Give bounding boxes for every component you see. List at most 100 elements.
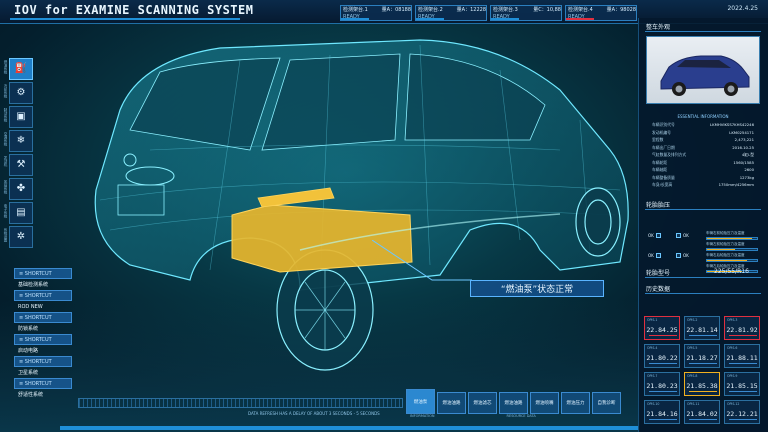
station-box-1[interactable]: 检测架台.1 量A：08188 READY xyxy=(340,5,412,21)
history-cell[interactable]: OPIS.9 21.85.15 xyxy=(724,372,760,396)
info-key: 车辆整备质量 xyxy=(652,174,675,180)
history-cell[interactable]: OPIS.4 21.80.22 xyxy=(644,344,680,368)
tire-status: OK xyxy=(676,233,689,238)
snowflake-icon: ❄ xyxy=(16,135,26,146)
sidebar-item-settings[interactable]: ✲ xyxy=(9,226,33,248)
history-cell-value: 21.85.38 xyxy=(686,382,718,390)
history-cell[interactable]: OPIS.3 22.81.92 xyxy=(724,316,760,340)
history-cell[interactable]: OPIS.10 21.84.16 xyxy=(644,400,680,424)
history-title: 历史数据 xyxy=(646,286,671,293)
info-key: 车辆轴距 xyxy=(652,167,668,172)
station-name: 检测架台.4 xyxy=(568,7,593,13)
shortcut-header[interactable]: ≡ SHORTCUT xyxy=(14,290,72,301)
sidebar-item-fan[interactable]: ✤ xyxy=(9,178,33,200)
divider xyxy=(645,209,761,210)
tire-status: OK xyxy=(648,253,661,258)
callout-leader-line xyxy=(372,240,472,281)
tab-fuel-filter[interactable]: 燃油滤芯 xyxy=(468,392,497,414)
history-cell-bar xyxy=(649,418,677,420)
tire-square xyxy=(676,233,681,238)
station-box-4[interactable]: 检测架台.4 量A：98028 READY xyxy=(565,5,637,21)
sidebar-item-electronics[interactable]: ▤ xyxy=(9,202,33,224)
station-bar xyxy=(416,18,444,20)
history-cell[interactable]: OPIS.5 21.18.27 xyxy=(684,344,720,368)
tab-fuel-pressure[interactable]: 燃油压力 xyxy=(561,392,590,414)
tab-self-diagnosis[interactable]: 自我诊断 xyxy=(592,392,621,414)
sidebar-label: 冷却系统 xyxy=(4,84,8,98)
divider xyxy=(645,31,761,32)
info-value: 4缸L型 xyxy=(741,152,754,157)
history-cell-value: 21.80.22 xyxy=(646,354,678,362)
tab-fuel-line-2[interactable]: 燃油油路 xyxy=(499,392,528,414)
history-cell-label: OPIS.9 xyxy=(727,374,738,378)
tire-status: OK xyxy=(676,253,689,258)
timeline-strip[interactable] xyxy=(78,398,403,408)
tire-ok: OK xyxy=(648,253,654,258)
shortcut-header[interactable]: ≡ SHORTCUT xyxy=(14,378,72,389)
history-cell[interactable]: OPIS.2 22.81.14 xyxy=(684,316,720,340)
sidebar-item-engine[interactable]: ⚒ xyxy=(9,154,33,176)
sidebar-label: 燃油系统 xyxy=(4,60,8,74)
history-cell-bar xyxy=(649,334,677,336)
history-cell[interactable]: OPIS.1 22.84.25 xyxy=(644,316,680,340)
history-cell-bar xyxy=(729,362,757,364)
sidebar-label: 风扇系统 xyxy=(4,180,8,194)
info-row: 车辆整备质量 1273kg xyxy=(646,175,760,183)
sidebar-label: 制动系统 xyxy=(4,108,8,122)
info-value: LKMHVIKSS7KHS42246 xyxy=(709,122,754,127)
history-cell-label: OPIS.5 xyxy=(687,346,698,350)
header-date: 2022.4.25 xyxy=(727,5,758,12)
history-cell-value: 22.81.14 xyxy=(686,326,718,334)
history-cell[interactable]: OPIS.12 22.12.21 xyxy=(724,400,760,424)
sidebar-item-fuel[interactable]: ⛽ xyxy=(9,58,33,80)
station-metric: 量A：98028 xyxy=(606,7,636,13)
right-panel: 整车外观 ESSENTIAL INFORMATION 车辆识别代号 LKMHVIK… xyxy=(638,18,768,432)
tire-pressure-title: 轮胎胎压 xyxy=(646,202,671,209)
info-value: 2,473,221 xyxy=(734,137,754,142)
sidebar-item-aircon[interactable]: ❄ xyxy=(9,130,33,152)
tab-fuel-injector[interactable]: 燃油喷嘴 xyxy=(530,392,559,414)
station-box-3[interactable]: 检测架台.3 量C：10,88 READY xyxy=(490,5,562,21)
tab-fuel-line[interactable]: 燃油油路 xyxy=(437,392,466,414)
shortcut-header[interactable]: ≡ SHORTCUT xyxy=(14,334,72,345)
list-item[interactable]: 舒适性系统 xyxy=(14,389,72,400)
divider xyxy=(645,293,761,294)
history-cell[interactable]: OPIS.6 21.88.11 xyxy=(724,344,760,368)
sidebar-item-brake[interactable]: ▣ xyxy=(9,106,33,128)
tab-fuel-pump[interactable]: 燃油泵 xyxy=(406,389,435,414)
list-item[interactable]: ROD NEW xyxy=(14,301,72,312)
history-cell-label: OPIS.10 xyxy=(647,402,660,406)
station-box-2[interactable]: 检测架台.2 量A：12228 READY xyxy=(415,5,487,21)
history-cell[interactable]: OPIS.8 21.85.38 xyxy=(684,372,720,396)
history-cell-bar xyxy=(689,334,717,336)
list-item[interactable]: 卫星系统 xyxy=(14,367,72,378)
history-cell-label: OPIS.12 xyxy=(727,402,740,406)
list-item[interactable]: 启动电路 xyxy=(14,345,72,356)
chip-icon: ▣ xyxy=(16,111,26,122)
info-row: 气缸数量及排列方式 4缸L型 xyxy=(646,152,760,160)
tire-bar-label: 车辆右后轮胎压力及温度 xyxy=(706,253,745,257)
fan-icon: ✤ xyxy=(16,183,26,194)
history-cell-bar xyxy=(689,362,717,364)
list-item[interactable]: 防锁系统 xyxy=(14,323,72,334)
history-cell[interactable]: OPIS.11 21.84.02 xyxy=(684,400,720,424)
history-cell-bar xyxy=(729,390,757,392)
shortcut-list: ≡ SHORTCUT 基础检测系统 ≡ SHORTCUT ROD NEW ≡ S… xyxy=(14,268,72,400)
shortcut-header[interactable]: ≡ SHORTCUT xyxy=(14,356,72,367)
history-cell[interactable]: OPIS.7 21.80.23 xyxy=(644,372,680,396)
history-cell-value: 22.12.21 xyxy=(726,410,758,418)
bottom-accent-bar xyxy=(60,426,638,430)
station-metric: 量A：12228 xyxy=(456,7,486,13)
history-cell-label: OPIS.4 xyxy=(647,346,658,350)
shortcut-header[interactable]: ≡ SHORTCUT xyxy=(14,312,72,323)
info-value: LKM0254171 xyxy=(729,129,754,135)
history-cell-label: OPIS.2 xyxy=(687,318,698,322)
fuel-icon: ⛽ xyxy=(14,63,28,74)
history-cell-bar xyxy=(689,418,717,420)
list-item[interactable]: 基础检测系统 xyxy=(14,279,72,290)
tire-bar-fill xyxy=(707,249,735,250)
shortcut-header[interactable]: ≡ SHORTCUT xyxy=(14,268,72,279)
info-value: 1273kg xyxy=(739,174,754,180)
sidebar-item-cooling[interactable]: ⚙ xyxy=(9,82,33,104)
tire-square xyxy=(655,253,661,258)
